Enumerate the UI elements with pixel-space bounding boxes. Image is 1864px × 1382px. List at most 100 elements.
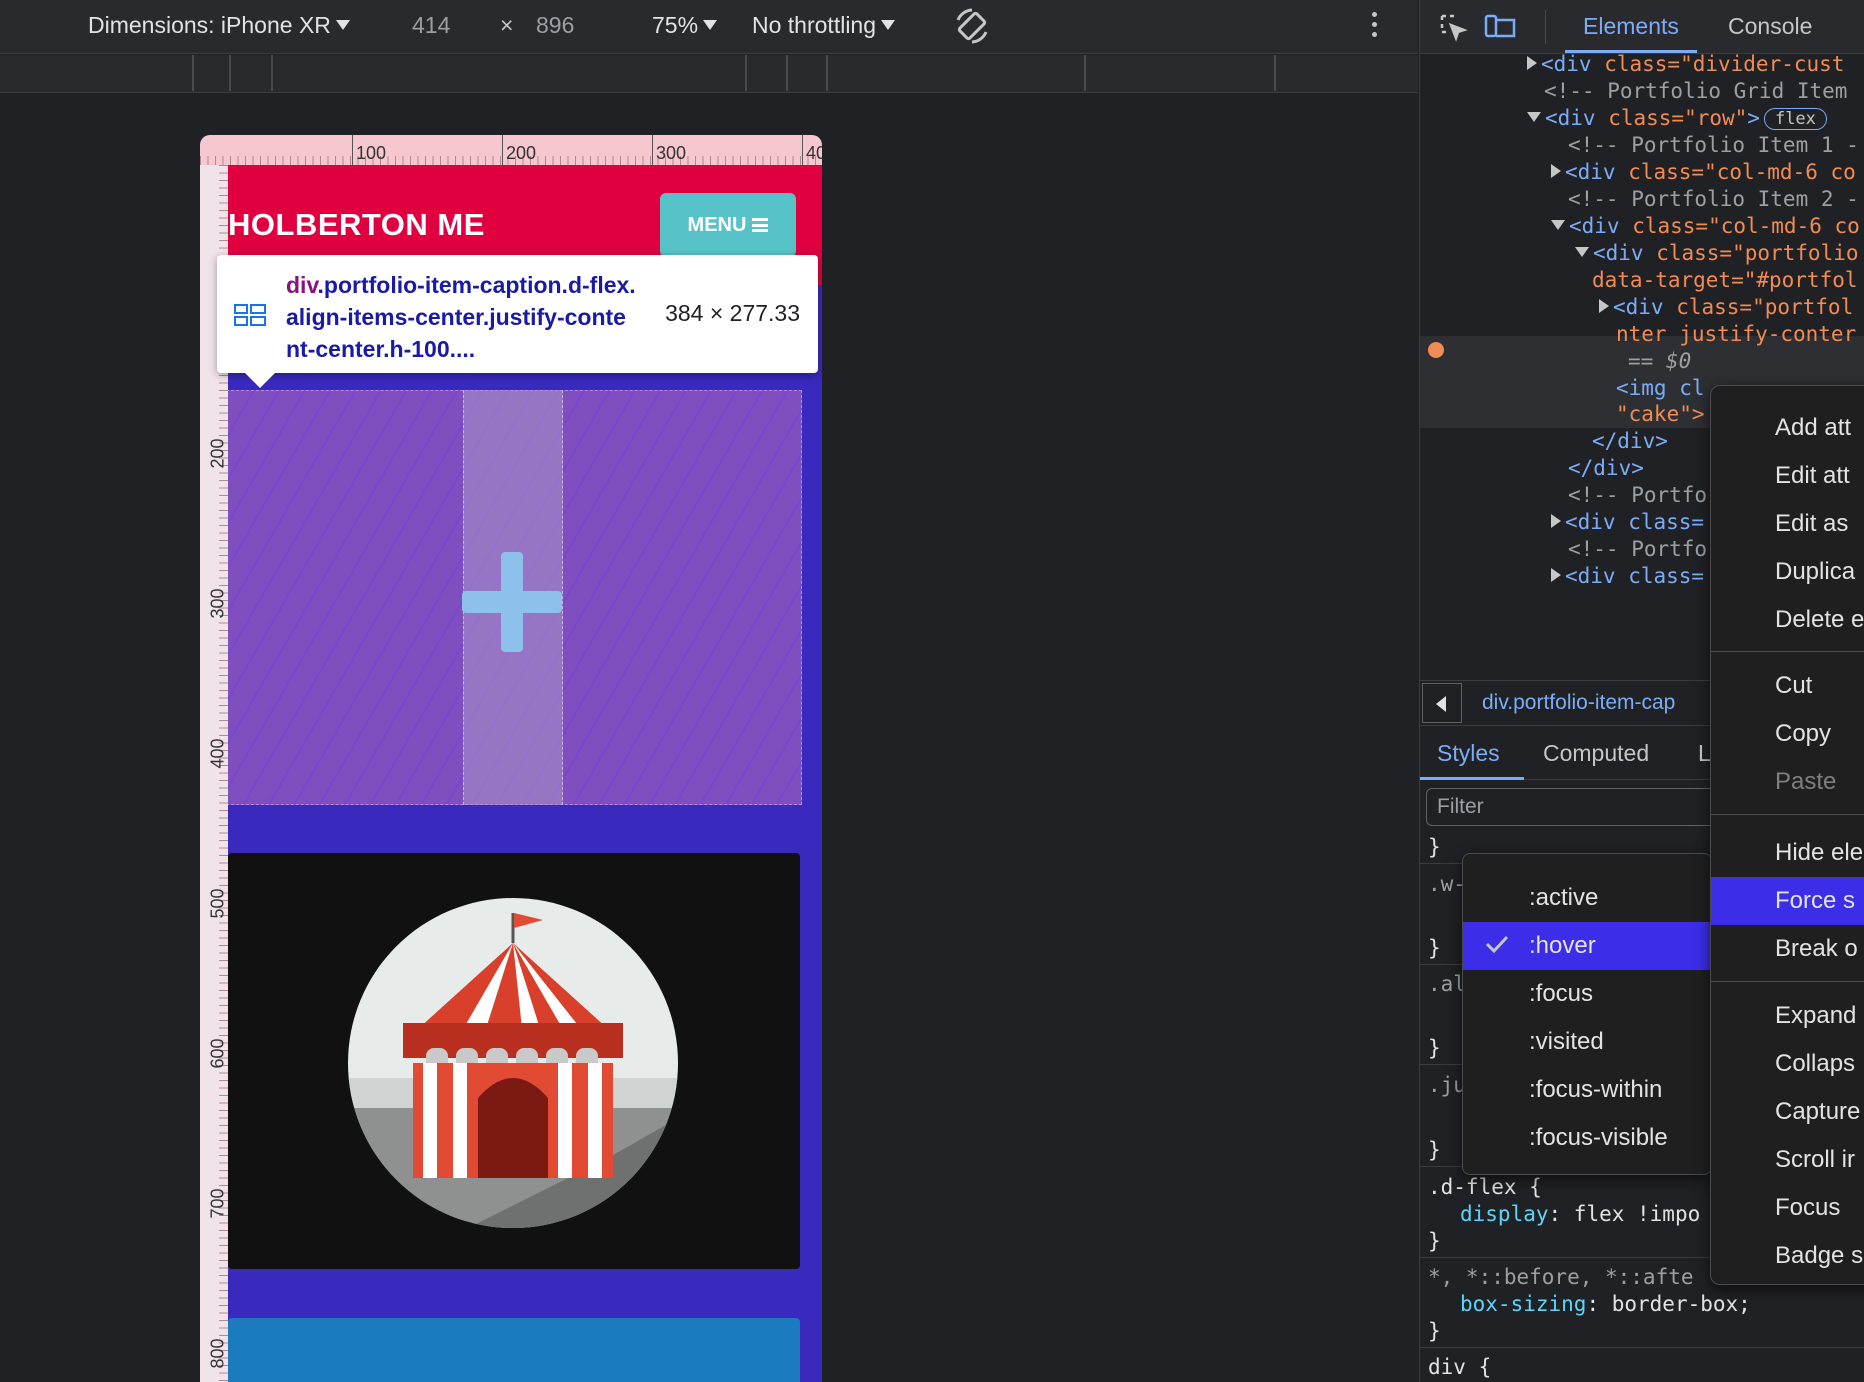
menu-item-scroll-into-view[interactable]: Scroll ir bbox=[1711, 1136, 1864, 1184]
dom-node[interactable]: <img cl bbox=[1616, 376, 1705, 400]
dom-node[interactable]: <div class="row"> flex bbox=[1527, 106, 1827, 130]
menu-button[interactable]: MENU bbox=[660, 193, 796, 257]
device-toggle-icon[interactable] bbox=[1484, 12, 1516, 42]
tooltip-tag: div bbox=[286, 272, 318, 298]
ruler-label: 600 bbox=[207, 1038, 228, 1069]
dom-comment: <!-- Portfo bbox=[1568, 483, 1708, 507]
css-selector[interactable]: .w- bbox=[1428, 872, 1466, 896]
dom-node[interactable]: <div class="col-md-6 co bbox=[1551, 214, 1860, 238]
css-selector[interactable]: div { bbox=[1428, 1355, 1491, 1379]
menu-item-cut[interactable]: Cut bbox=[1711, 662, 1864, 710]
menu-item-edit-as-html[interactable]: Edit as bbox=[1711, 500, 1864, 548]
tab-computed[interactable]: Computed bbox=[1543, 740, 1649, 767]
breadcrumb-back-button[interactable] bbox=[1422, 683, 1462, 723]
menu-item-paste: Paste bbox=[1775, 768, 1837, 795]
dom-node[interactable]: <div class= bbox=[1551, 564, 1704, 588]
tab-styles[interactable]: Styles bbox=[1437, 740, 1500, 767]
css-selector[interactable]: .ju bbox=[1428, 1073, 1466, 1097]
rotate-icon[interactable] bbox=[952, 6, 992, 52]
menu-item-focus[interactable]: Focus bbox=[1711, 1184, 1864, 1232]
menu-label: MENU bbox=[687, 213, 747, 236]
css-selector[interactable]: .al bbox=[1428, 972, 1466, 996]
dimensions-dropdown[interactable]: Dimensions: iPhone XR bbox=[88, 12, 350, 39]
dom-comment: <!-- Portfo bbox=[1568, 537, 1708, 561]
media-query-bar bbox=[0, 55, 1418, 93]
menu-item-collapse[interactable]: Collaps bbox=[1711, 1040, 1864, 1088]
menu-item-force-state[interactable]: Force s bbox=[1711, 877, 1864, 925]
menu-item-break-on[interactable]: Break o bbox=[1711, 925, 1864, 973]
dom-attr-line: "cake"> bbox=[1616, 402, 1705, 426]
throttling-dropdown[interactable]: No throttling bbox=[752, 12, 896, 39]
flex-badge[interactable]: flex bbox=[1763, 108, 1827, 130]
styles-filter-input[interactable]: Filter bbox=[1426, 788, 1726, 826]
css-declaration[interactable]: display: flex !impo bbox=[1460, 1202, 1700, 1226]
dom-attr-line: data-target="#portfol bbox=[1592, 268, 1858, 292]
ruler-label: 200 bbox=[207, 438, 228, 469]
context-menu: Add att Edit att Edit as Duplica Delete … bbox=[1710, 385, 1864, 1285]
menu-item-hover[interactable]: :hover bbox=[1463, 922, 1711, 970]
css-brace: } bbox=[1428, 1319, 1441, 1343]
dom-comment: <!-- Portfolio Item 1 - bbox=[1568, 133, 1859, 157]
tab-layout[interactable]: L bbox=[1698, 740, 1711, 767]
menu-item-focus-within[interactable]: :focus-within bbox=[1463, 1066, 1711, 1114]
kebab-icon[interactable] bbox=[1370, 12, 1378, 42]
dimensions-label: Dimensions: iPhone XR bbox=[88, 12, 331, 38]
menu-item-active[interactable]: :active bbox=[1463, 874, 1711, 922]
chevron-down-icon bbox=[703, 20, 718, 30]
dom-node[interactable]: <div class="col-md-6 co bbox=[1551, 160, 1856, 184]
dom-close-tag: </div> bbox=[1592, 429, 1668, 453]
tooltip-classes: .portfolio-item-caption.d-flex.align-ite… bbox=[286, 272, 636, 362]
device-toolbar: Dimensions: iPhone XR 414 × 896 75% No t… bbox=[0, 0, 1418, 54]
zoom-dropdown[interactable]: 75% bbox=[652, 12, 718, 39]
tab-console[interactable]: Console bbox=[1728, 13, 1812, 40]
dom-attr-line: nter justify-conter bbox=[1616, 322, 1857, 346]
dom-selected-marker: == $0 bbox=[1628, 349, 1692, 373]
menu-item-hide-element[interactable]: Hide ele bbox=[1711, 829, 1864, 877]
dom-node[interactable]: <div class="divider-cust bbox=[1527, 52, 1844, 76]
css-selector[interactable]: .d-flex { bbox=[1428, 1175, 1542, 1199]
menu-item-focus-visible[interactable]: :focus-visible bbox=[1463, 1114, 1711, 1162]
menu-item-capture[interactable]: Capture bbox=[1711, 1088, 1864, 1136]
chevron-down-icon bbox=[881, 20, 896, 30]
css-brace: } bbox=[1428, 835, 1441, 859]
menu-item-focus[interactable]: :focus bbox=[1463, 970, 1711, 1018]
ruler-label: 300 bbox=[656, 143, 687, 163]
plus-icon-bar bbox=[462, 591, 562, 613]
css-brace: } bbox=[1428, 1036, 1441, 1060]
ruler-label: 500 bbox=[207, 888, 228, 919]
dom-close-tag: </div> bbox=[1568, 456, 1644, 480]
menu-item-badge-settings[interactable]: Badge s bbox=[1711, 1232, 1864, 1280]
css-selector[interactable]: *, *::before, *::afte bbox=[1428, 1265, 1694, 1289]
throttling-label: No throttling bbox=[752, 12, 877, 38]
breakpoint-dot bbox=[1428, 342, 1444, 358]
menu-item-delete[interactable]: Delete e bbox=[1711, 596, 1864, 644]
menu-item-copy[interactable]: Copy bbox=[1711, 710, 1864, 758]
portfolio-item-circus[interactable] bbox=[228, 853, 800, 1269]
circus-tent-image bbox=[348, 898, 678, 1228]
css-declaration[interactable]: box-sizing: border-box; bbox=[1460, 1292, 1751, 1316]
breadcrumb-item[interactable]: div.portfolio-item-cap bbox=[1482, 691, 1675, 715]
ruler-label: 800 bbox=[207, 1338, 228, 1369]
dom-node[interactable]: <div class= bbox=[1551, 510, 1704, 534]
ruler-label: 400 bbox=[207, 738, 228, 769]
inspect-element-icon[interactable] bbox=[1438, 12, 1468, 42]
menu-item-visited[interactable]: :visited bbox=[1463, 1018, 1711, 1066]
top-ruler: 100 200 300 40 bbox=[200, 135, 822, 165]
dom-node-selected[interactable]: <div class="portfol bbox=[1599, 295, 1853, 319]
width-input[interactable]: 414 bbox=[412, 12, 450, 39]
menu-item-duplicate[interactable]: Duplica bbox=[1711, 548, 1864, 596]
dom-node[interactable]: <div class="portfolio bbox=[1575, 241, 1859, 265]
height-input[interactable]: 896 bbox=[536, 12, 574, 39]
brand-title[interactable]: HOLBERTON ME bbox=[228, 207, 485, 243]
menu-item-edit-attribute[interactable]: Edit att bbox=[1711, 452, 1864, 500]
portfolio-item-next[interactable] bbox=[228, 1318, 800, 1382]
tab-elements[interactable]: Elements bbox=[1583, 13, 1679, 40]
tooltip-size: 384 × 277.33 bbox=[665, 300, 800, 326]
ruler-label: 200 bbox=[506, 143, 537, 163]
tooltip-selector: div.portfolio-item-caption.d-flex.align-… bbox=[286, 269, 638, 365]
ruler-label: 40 bbox=[806, 143, 822, 163]
menu-item-expand[interactable]: Expand bbox=[1711, 992, 1864, 1040]
menu-item-add-attribute[interactable]: Add att bbox=[1711, 404, 1864, 452]
css-brace: } bbox=[1428, 936, 1441, 960]
css-brace: } bbox=[1428, 1229, 1441, 1253]
